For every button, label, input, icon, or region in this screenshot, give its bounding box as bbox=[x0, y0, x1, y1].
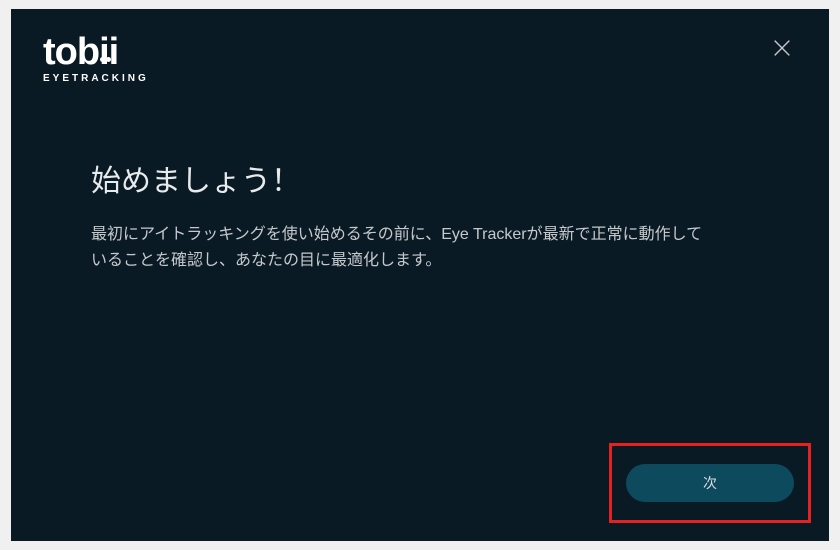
tobii-logo: tobii EYETRACKING bbox=[43, 33, 149, 84]
page-title: 始めましょう！ bbox=[91, 156, 749, 200]
page-description: 最初にアイトラッキングを使い始めるその前に、Eye Trackerが最新で正常に… bbox=[91, 222, 711, 273]
close-button[interactable] bbox=[767, 33, 797, 68]
dialog-content: 始めましょう！ 最初にアイトラッキングを使い始めるその前に、Eye Tracke… bbox=[43, 84, 797, 273]
logo-subtitle: EYETRACKING bbox=[43, 73, 149, 84]
close-icon bbox=[771, 37, 793, 59]
highlight-annotation: 次 bbox=[609, 443, 811, 523]
dialog-footer: 次 bbox=[609, 443, 811, 523]
setup-dialog: tobii EYETRACKING 始めましょう！ 最初にアイトラッキングを使い… bbox=[11, 9, 829, 541]
logo-text: tobii bbox=[43, 33, 118, 71]
logo-dots-icon bbox=[99, 31, 111, 69]
dialog-header: tobii EYETRACKING bbox=[43, 33, 797, 84]
next-button[interactable]: 次 bbox=[626, 464, 794, 502]
